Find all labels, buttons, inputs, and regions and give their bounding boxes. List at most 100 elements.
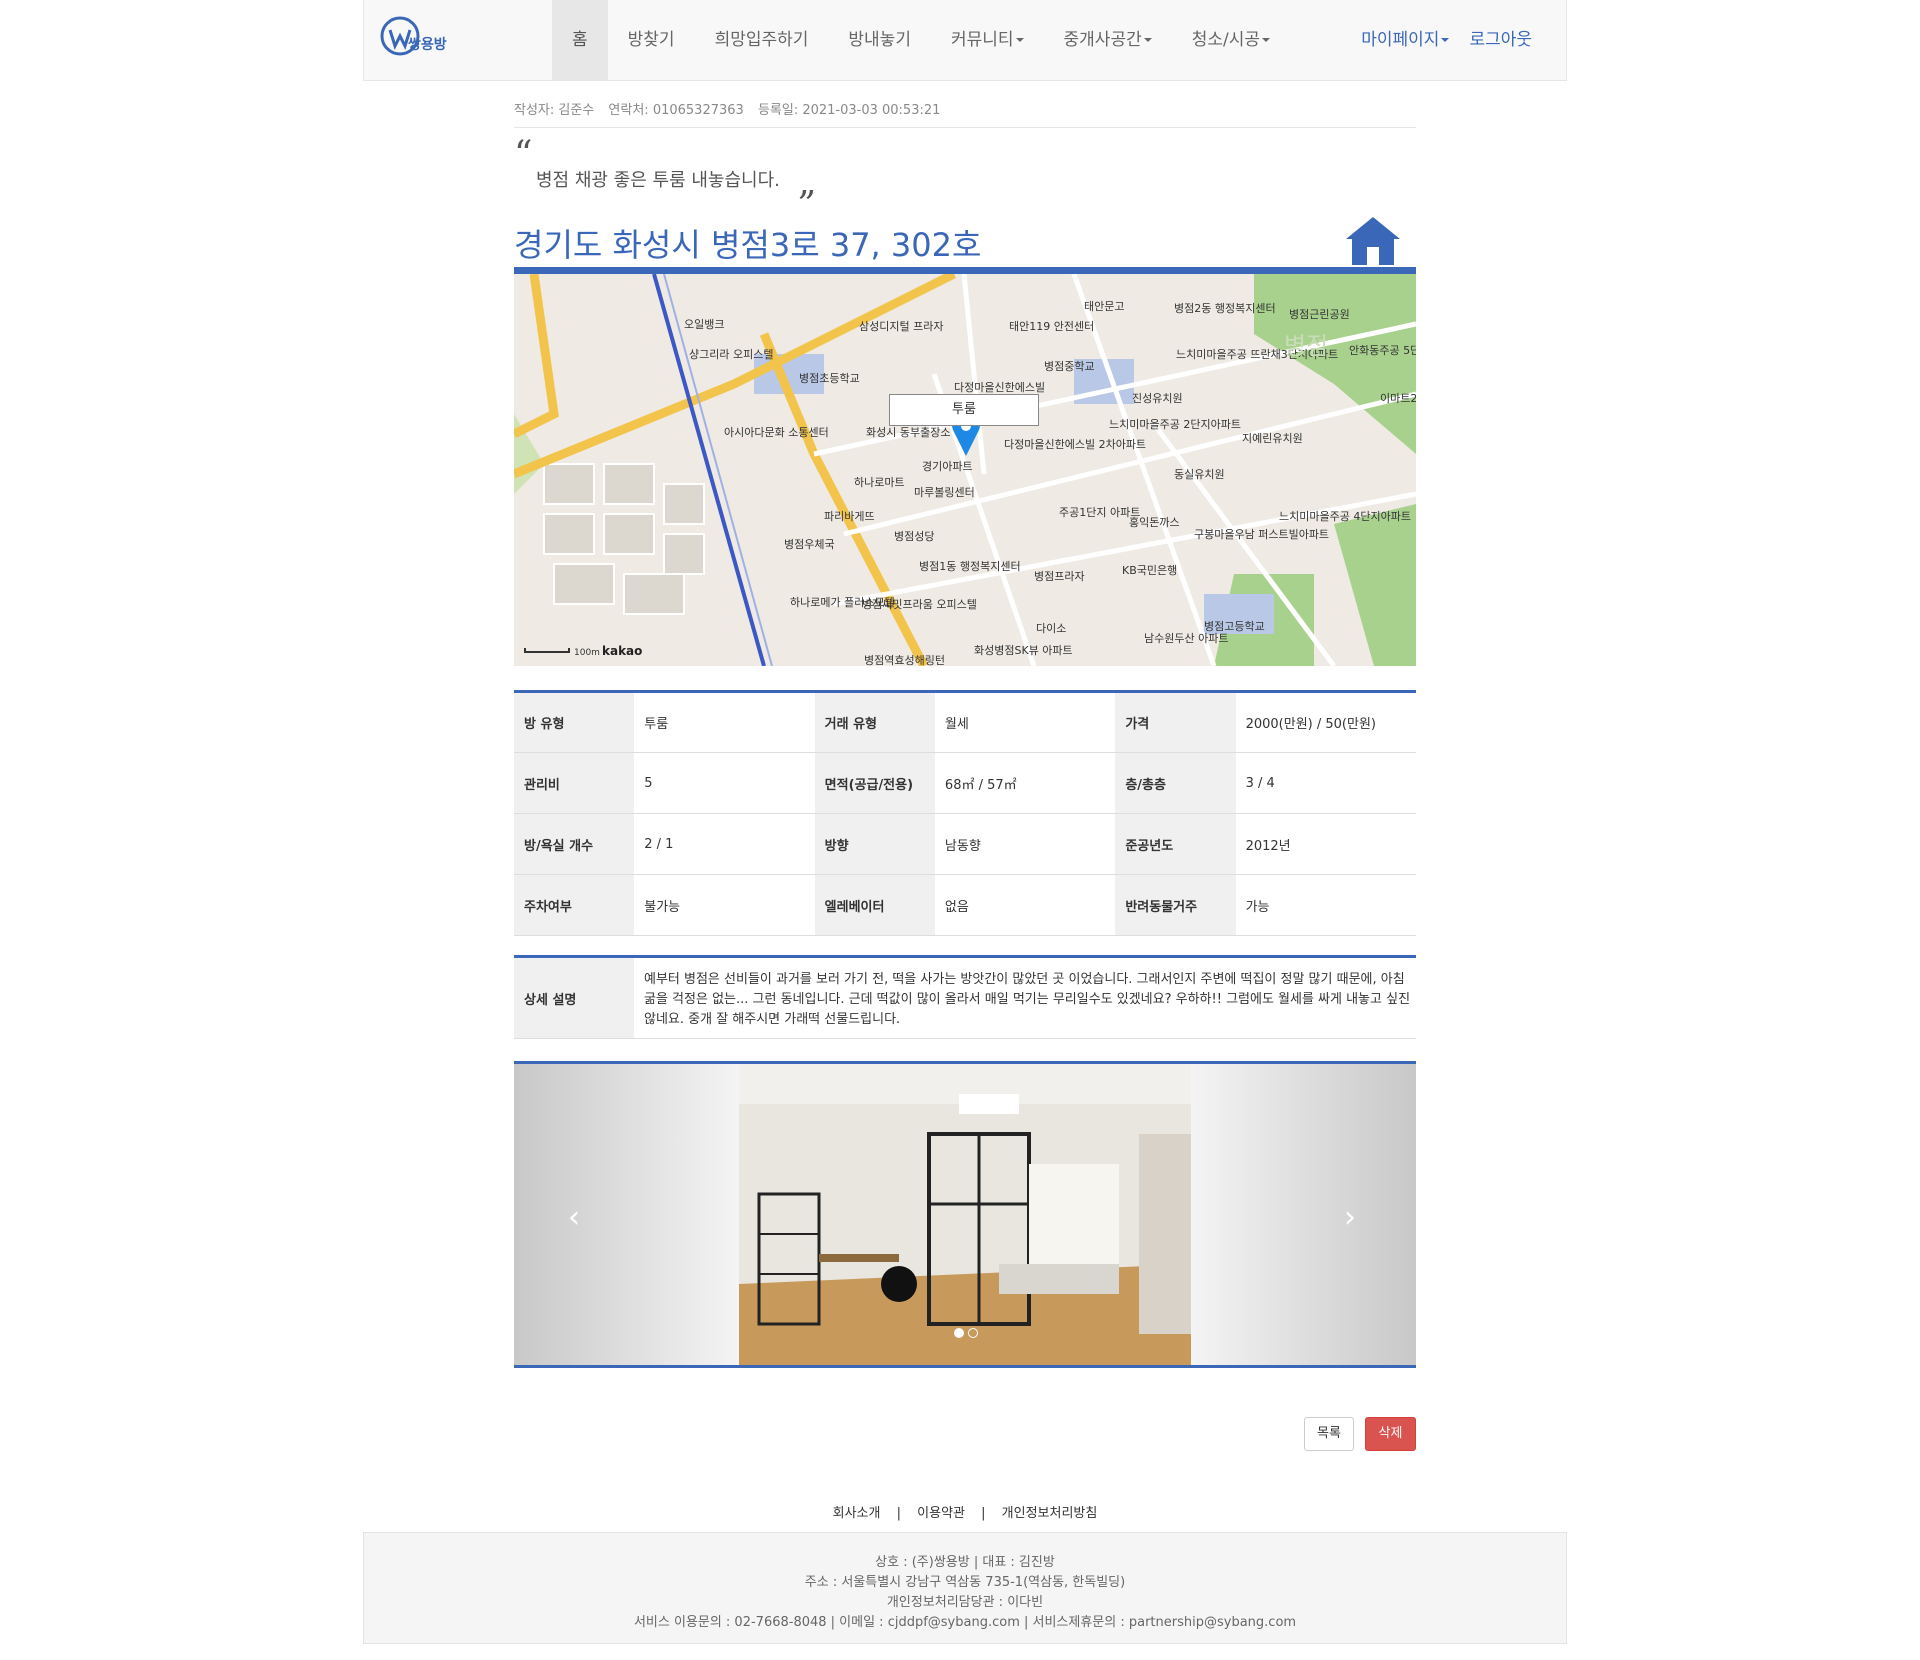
- info-label: 방/욕실 개수: [514, 813, 635, 875]
- brand-name[interactable]: 쌍용방: [408, 34, 447, 54]
- quote-open-mark: “: [514, 134, 533, 175]
- desc-label: 상세 설명: [514, 958, 634, 1038]
- nav-logout[interactable]: 로그아웃: [1459, 0, 1542, 80]
- map-label: 병점고등학교: [1204, 620, 1265, 633]
- nav-home-label: 홈: [572, 30, 588, 50]
- nav-home[interactable]: 홈: [552, 0, 608, 80]
- map-label: 병점초등학교: [799, 372, 860, 385]
- room-address: 경기도 화성시 병점3로 37, 302호: [514, 226, 982, 264]
- map-label: 삼성디지털 프라자: [859, 320, 944, 333]
- map-label: 병점성당: [894, 530, 935, 543]
- footer-link-about[interactable]: 회사소개: [833, 1506, 881, 1521]
- nav-list-room[interactable]: 방내놓기: [828, 0, 931, 80]
- footer-link-terms[interactable]: 이용약관: [917, 1506, 965, 1521]
- footer-privacy-officer: 개인정보처리담당관 : 이다빈: [886, 1595, 1044, 1610]
- map-label: 샹그리라 오피스텔: [689, 348, 774, 361]
- info-label: 거래 유형: [814, 691, 935, 753]
- map-label: 병점우체국: [784, 538, 835, 551]
- nav-mypage[interactable]: 마이페이지: [1351, 0, 1459, 80]
- carousel-next-area[interactable]: [1191, 1064, 1416, 1365]
- nav-mypage-label: 마이페이지: [1361, 30, 1440, 50]
- map-label: KB국민은행: [1122, 564, 1178, 577]
- map-label: 느치미마을주공 4단지아파트: [1279, 510, 1411, 523]
- carousel-indicators: [954, 1328, 978, 1338]
- caret-down-icon: [1441, 38, 1450, 42]
- room-photo: [739, 1064, 1191, 1365]
- footer-contact: 서비스 이용문의 : 02-7668-8048 | 이메일 : cjddpf@s…: [633, 1615, 1297, 1630]
- quote-close-mark: „: [798, 162, 817, 203]
- nav-cleaning[interactable]: 청소/시공: [1172, 0, 1290, 80]
- nav-find-room-label: 방찾기: [627, 30, 675, 50]
- caret-down-icon: [1015, 38, 1024, 42]
- map-provider-logo[interactable]: kakao: [602, 644, 642, 658]
- map-label: 아시아다문화 소통센터: [724, 426, 829, 439]
- map-label: 홍익돈까스: [1129, 516, 1180, 529]
- map-label: 진성유치원: [1132, 392, 1183, 405]
- carousel-dot[interactable]: [968, 1328, 978, 1338]
- footer-sep: |: [981, 1506, 986, 1521]
- post-meta: 작성자: 김준수 연락처: 01065327363 등록일: 2021-03-0…: [514, 82, 1416, 128]
- nav-wish-move[interactable]: 희망입주하기: [695, 0, 829, 80]
- map-label: 화성시 동부출장소: [866, 426, 951, 439]
- info-value: 불가능: [634, 874, 815, 936]
- caret-down-icon: [1262, 38, 1271, 42]
- map-label: 화성병점SK뷰 아파트: [974, 644, 1073, 657]
- photo-carousel: ‹ ›: [514, 1061, 1416, 1368]
- map-label: 이마트2: [1380, 392, 1416, 405]
- info-label: 엘레베이터: [814, 874, 935, 936]
- map-label: 하나로마트: [854, 476, 905, 489]
- nav-community[interactable]: 커뮤니티: [931, 0, 1044, 80]
- info-value: 2000(만원) / 50(만원): [1235, 691, 1416, 753]
- map-label: 지예린유치원: [1242, 432, 1303, 445]
- map-label: 태안문고: [1084, 300, 1125, 313]
- map-info-popup[interactable]: 투룸: [889, 394, 1039, 426]
- info-row: 관리비 5 면적(공급/전용) 68㎡ / 57㎡ 층/총층 3 / 4: [514, 752, 1416, 814]
- map-label: 태안119 안전센터: [1009, 320, 1095, 333]
- map-label: 다이소: [1036, 622, 1067, 635]
- map-label: 안화동주공 5단지아파트: [1349, 344, 1416, 357]
- map-label: 경기아파트: [922, 460, 973, 473]
- post-author: 작성자: 김준수: [514, 103, 595, 118]
- main-nav: 홈 방찾기 희망입주하기 방내놓기 커뮤니티 중개사공간 청소/시공: [552, 0, 1290, 80]
- info-value: 없음: [934, 874, 1116, 936]
- footer-company: 상호 : (주)쌍용방 | 대표 : 김진방: [875, 1555, 1055, 1570]
- carousel-prev-area[interactable]: [514, 1064, 739, 1365]
- delete-button[interactable]: 삭제: [1365, 1417, 1416, 1451]
- post-date: 등록일: 2021-03-03 00:53:21: [757, 103, 941, 118]
- info-label: 방 유형: [514, 691, 635, 753]
- nav-wish-move-label: 희망입주하기: [714, 30, 809, 50]
- footer-info: 상호 : (주)쌍용방 | 대표 : 김진방 주소 : 서울특별시 강남구 역삼…: [363, 1532, 1567, 1644]
- info-label: 준공년도: [1115, 813, 1236, 875]
- map-label: 다정마을신한에스빌: [954, 381, 1046, 394]
- map-label: 병점2동 행정복지센터: [1174, 302, 1276, 315]
- info-label: 주차여부: [514, 874, 635, 936]
- footer-address: 주소 : 서울특별시 강남구 역삼동 735-1(역삼동, 한독빌딩): [804, 1575, 1126, 1590]
- title-underline: [514, 267, 1416, 274]
- map-label: 다정마을신한에스빌 2차아파트: [1004, 438, 1147, 451]
- carousel-prev-icon[interactable]: ‹: [568, 1200, 580, 1235]
- footer-link-privacy[interactable]: 개인정보처리방침: [1002, 1506, 1098, 1521]
- navbar: 쌍용방 홈 방찾기 희망입주하기 방내놓기 커뮤니티 중개사공간 청소/시공 마…: [363, 0, 1567, 81]
- map-label: 동실유치원: [1174, 468, 1225, 481]
- info-value: 3 / 4: [1235, 752, 1416, 814]
- info-row: 방/욕실 개수 2 / 1 방향 남동향 준공년도 2012년: [514, 813, 1416, 875]
- post-title: 병점 채광 좋은 투룸 내놓습니다.: [536, 170, 780, 191]
- map-label: 병점역효성해링턴: [864, 654, 945, 666]
- footer-sep: |: [896, 1506, 902, 1521]
- nav-find-room[interactable]: 방찾기: [608, 0, 695, 80]
- nav-community-label: 커뮤니티: [950, 30, 1014, 50]
- map-scale-label: 100m: [574, 648, 600, 658]
- info-value: 68㎡ / 57㎡: [934, 752, 1116, 814]
- nav-agent-space[interactable]: 중개사공간: [1044, 0, 1172, 80]
- carousel-dot[interactable]: [954, 1328, 964, 1338]
- location-map[interactable]: 오일뱅크 삼성디지털 프라자 태안119 안전센터 태안문고 병점2동 행정복지…: [514, 274, 1416, 666]
- list-button[interactable]: 목록: [1304, 1417, 1354, 1451]
- info-label: 반려동물거주: [1115, 874, 1236, 936]
- nav-agent-space-label: 중개사공간: [1063, 30, 1142, 50]
- house-icon: [1346, 217, 1400, 265]
- room-description: 상세 설명 예부터 병점은 선비들이 과거를 보러 가기 전, 떡을 사가는 방…: [514, 955, 1416, 1039]
- info-value: 2 / 1: [634, 813, 815, 875]
- info-value: 월세: [934, 691, 1116, 753]
- map-scale-bar: [524, 648, 570, 653]
- carousel-next-icon[interactable]: ›: [1344, 1200, 1356, 1235]
